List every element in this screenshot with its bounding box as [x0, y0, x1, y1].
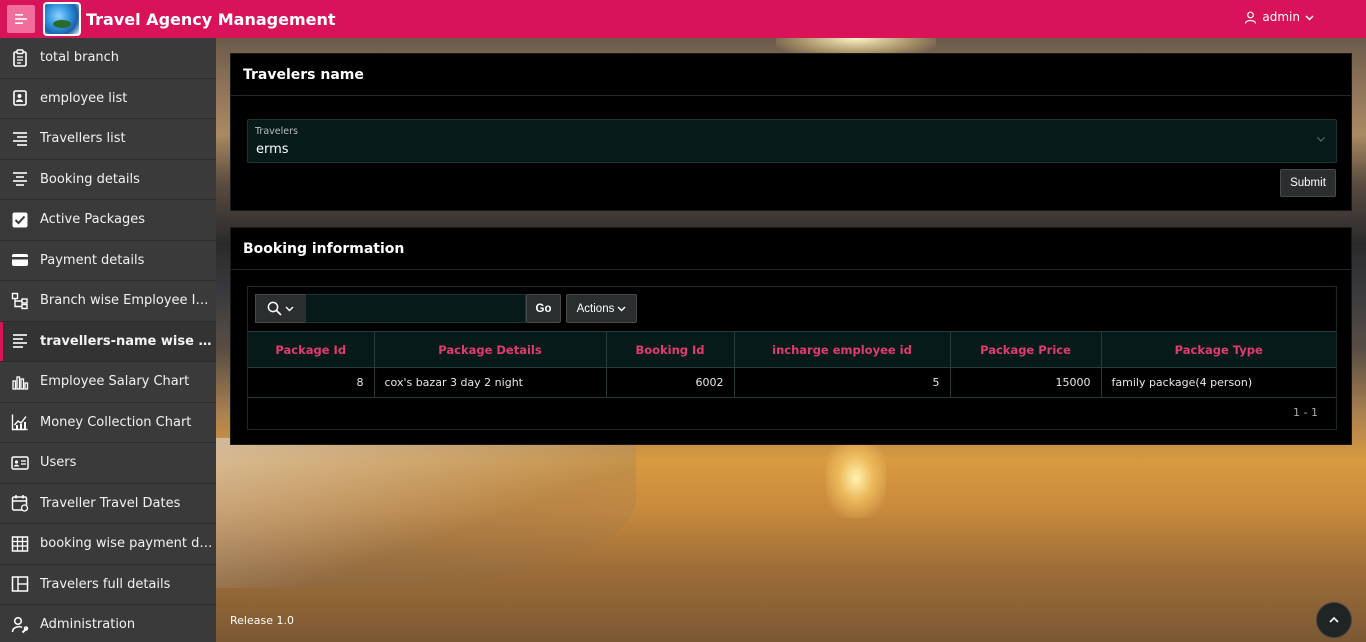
table-icon	[11, 536, 29, 552]
panel-title: Booking information	[231, 228, 1351, 270]
column-header-package-type[interactable]: Package Type	[1101, 331, 1336, 368]
sidebar-item-label: Booking details	[40, 171, 140, 187]
sidebar-item-label: Travelers full details	[40, 576, 171, 592]
travelers-select[interactable]: Travelers erms	[247, 119, 1337, 163]
actions-label: Actions	[576, 302, 615, 315]
layout-icon	[11, 576, 29, 592]
sidebar-item-payment-details[interactable]: Payment details	[0, 241, 216, 281]
sidebar-item-booking-wise-payment[interactable]: booking wise payment details	[0, 524, 216, 565]
sidebar-item-users[interactable]: Users	[0, 443, 216, 484]
sidebar-item-travellers-name-wise-booking[interactable]: travellers-name wise booking information	[0, 321, 216, 362]
search-column-button[interactable]	[255, 294, 305, 323]
travelers-name-panel: Travelers name Travelers erms Submit	[230, 53, 1352, 211]
id-card-icon	[11, 456, 29, 470]
background-reflection	[826, 438, 886, 518]
sidebar-item-label: travellers-name wise booking information	[40, 333, 214, 349]
main-content: Travelers name Travelers erms Submit Boo…	[216, 38, 1366, 642]
sidebar-item-label: Administration	[40, 617, 136, 633]
sidebar-item-money-collection-chart[interactable]: Money Collection Chart	[0, 403, 216, 443]
cell-booking-id: 6002	[606, 367, 735, 398]
chevron-down-icon	[285, 306, 294, 312]
sidebar-item-total-branch[interactable]: total branch	[0, 38, 216, 79]
cell-package-type: family package(4 person)	[1101, 367, 1336, 398]
checkbox-icon	[12, 212, 28, 228]
booking-information-panel: Booking information Go Actions Package I…	[230, 227, 1352, 445]
chevron-up-icon	[1329, 616, 1339, 623]
credit-card-icon	[12, 254, 28, 267]
sidebar-item-label: Branch wise Employee Information	[40, 293, 214, 309]
booking-report: Go Actions Package Id Package Details Bo…	[247, 286, 1337, 430]
sidebar-item-booking-details[interactable]: Booking details	[0, 160, 216, 200]
chevron-down-icon	[1317, 137, 1325, 142]
top-header: Travel Agency Management admin	[0, 0, 1366, 38]
sidebar-item-label: total branch	[40, 50, 120, 66]
menu-toggle-button[interactable]	[7, 5, 35, 33]
user-icon	[1245, 11, 1257, 24]
report-toolbar: Go Actions	[255, 294, 637, 324]
sidebar-item-employee-salary-chart[interactable]: Employee Salary Chart	[0, 362, 216, 403]
sidebar-item-administration[interactable]: Administration	[0, 605, 216, 642]
calendar-icon	[11, 495, 29, 512]
column-header-package-price[interactable]: Package Price	[950, 331, 1102, 368]
bar-chart-icon	[12, 376, 29, 390]
hierarchy-icon	[11, 292, 28, 309]
hamburger-icon	[15, 14, 27, 24]
sidebar-item-label: Users	[40, 455, 77, 471]
search-icon	[267, 301, 282, 316]
sidebar-item-active-packages[interactable]: Active Packages	[0, 200, 216, 241]
background-surf	[216, 438, 636, 588]
cell-incharge-employee-id: 5	[734, 367, 951, 398]
booking-table: Package Id Package Details Booking Id in…	[248, 331, 1336, 398]
clipboard-icon	[13, 49, 27, 67]
submit-button[interactable]: Submit	[1280, 169, 1336, 197]
sidebar-nav: total branch employee list Travellers li…	[0, 38, 216, 642]
cell-package-id: 8	[248, 367, 375, 398]
align-right-icon	[13, 131, 27, 146]
sidebar-item-label: Traveller Travel Dates	[40, 495, 181, 511]
column-header-package-details[interactable]: Package Details	[374, 331, 607, 368]
search-input[interactable]	[305, 294, 526, 323]
app-title[interactable]: Travel Agency Management	[86, 10, 336, 29]
contact-card-icon	[13, 90, 27, 107]
column-header-package-id[interactable]: Package Id	[248, 331, 375, 368]
sidebar-item-travelers-full-details[interactable]: Travelers full details	[0, 565, 216, 605]
user-wrench-icon	[11, 616, 29, 633]
sidebar-item-label: Employee Salary Chart	[40, 374, 190, 390]
actions-menu-button[interactable]: Actions	[566, 294, 637, 323]
go-button[interactable]: Go	[526, 294, 561, 323]
sidebar-item-label: Payment details	[40, 252, 145, 268]
sidebar-item-label: booking wise payment details	[40, 536, 214, 552]
sidebar-item-label: Active Packages	[40, 212, 146, 228]
app-logo[interactable]	[43, 2, 81, 36]
select-value: erms	[256, 142, 289, 157]
sidebar-item-label: Travellers list	[40, 131, 126, 147]
select-label: Travelers	[255, 126, 298, 137]
sidebar-item-traveller-travel-dates[interactable]: Traveller Travel Dates	[0, 484, 216, 524]
pagination-info: 1 - 1	[1293, 406, 1318, 419]
align-center-icon	[13, 172, 27, 187]
line-chart-icon	[11, 414, 28, 431]
username-label: admin	[1262, 10, 1300, 24]
table-header-row: Package Id Package Details Booking Id in…	[248, 331, 1336, 368]
sidebar-item-travellers-list[interactable]: Travellers list	[0, 119, 216, 160]
table-row: 8 cox's bazar 3 day 2 night 6002 5 15000…	[248, 367, 1336, 398]
column-header-incharge-employee-id[interactable]: incharge employee id	[734, 331, 951, 368]
sidebar-item-label: employee list	[40, 90, 128, 106]
cell-package-details: cox's bazar 3 day 2 night	[374, 367, 607, 398]
panel-title: Travelers name	[231, 54, 1351, 96]
sidebar-item-branch-wise-employee[interactable]: Branch wise Employee Information	[0, 281, 216, 322]
chevron-down-icon	[1305, 15, 1314, 20]
scroll-to-top-button[interactable]	[1316, 602, 1352, 638]
align-left-icon	[13, 334, 27, 349]
column-header-booking-id[interactable]: Booking Id	[606, 331, 735, 368]
sidebar-item-label: Money Collection Chart	[40, 414, 192, 430]
release-label: Release 1.0	[230, 614, 294, 627]
chevron-down-icon	[617, 306, 626, 312]
cell-package-price: 15000	[950, 367, 1102, 398]
sidebar-item-employee-list[interactable]: employee list	[0, 79, 216, 119]
user-menu-button[interactable]: admin	[1244, 10, 1314, 24]
